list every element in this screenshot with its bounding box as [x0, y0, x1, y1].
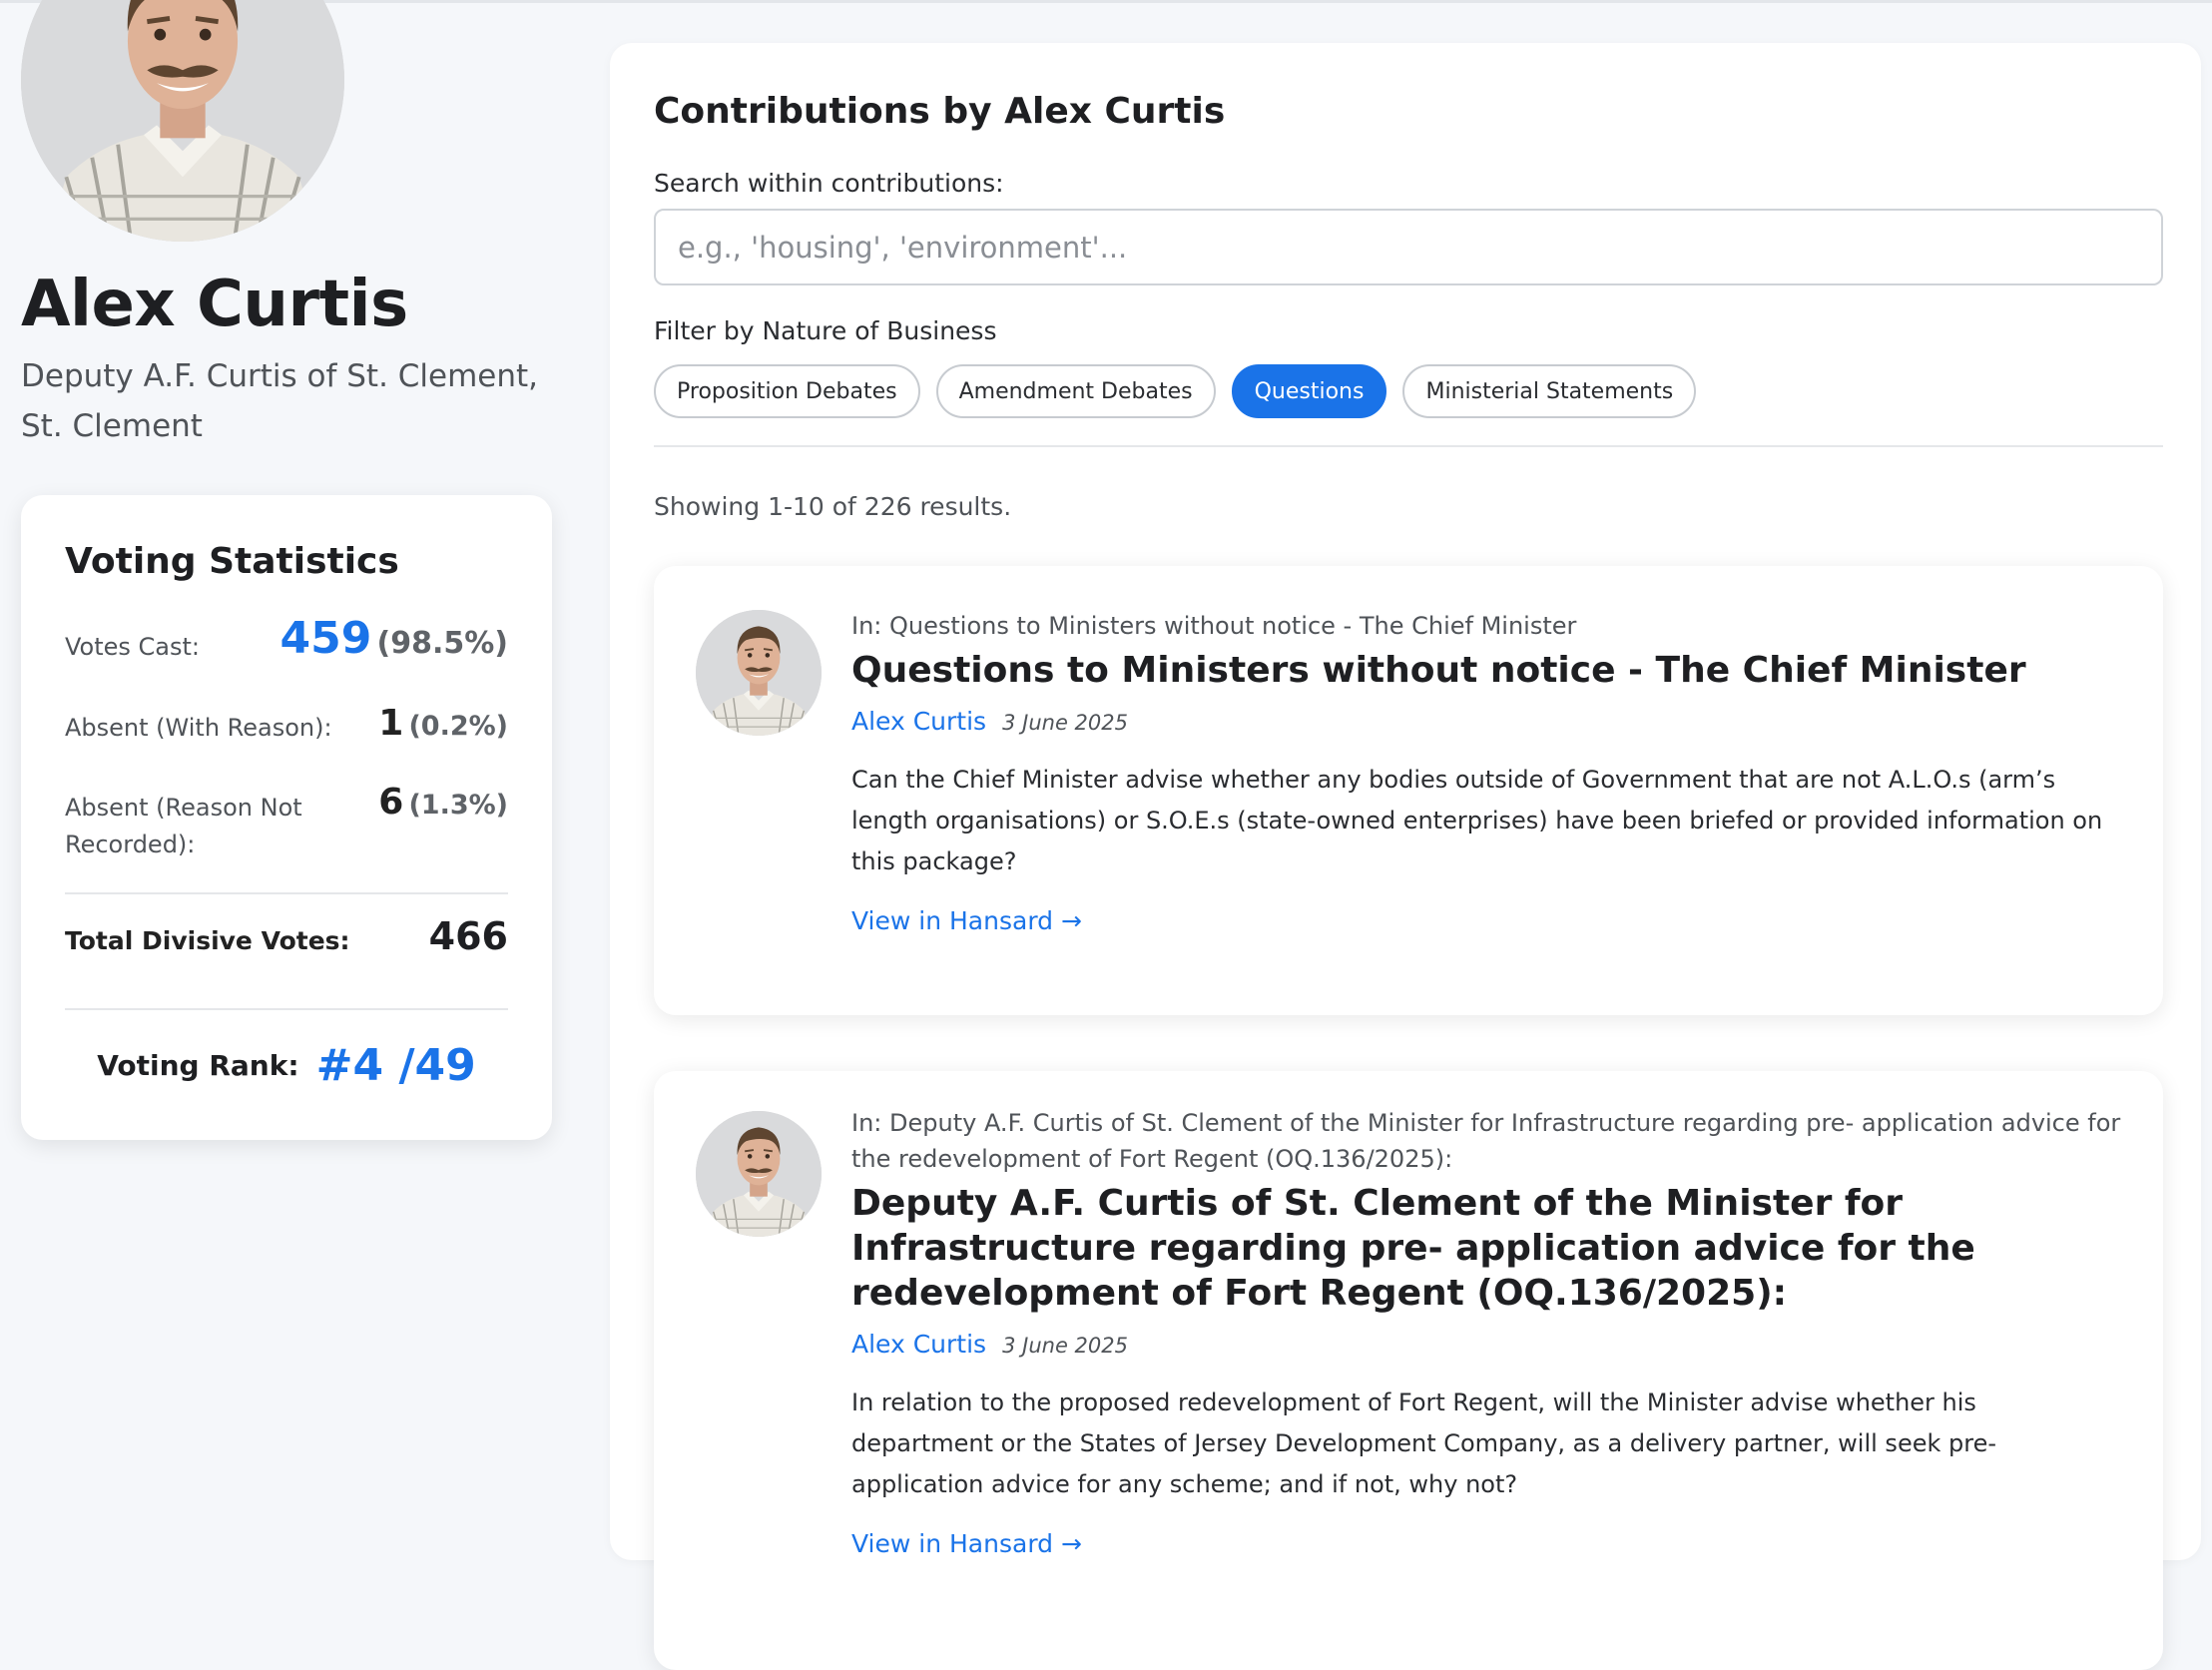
votes-cast-value: 459: [279, 613, 372, 664]
contribution-author-link[interactable]: Alex Curtis: [851, 707, 986, 736]
absent-not-recorded-label: Absent (Reason Not Recorded):: [65, 794, 302, 858]
contributions-panel: Contributions by Alex Curtis Search with…: [610, 43, 2201, 1670]
absent-with-reason-value: 1: [378, 703, 404, 744]
filter-chips: Proposition Debates Amendment Debates Qu…: [654, 364, 1697, 418]
absent-with-reason-percent: (0.2%): [408, 711, 508, 742]
absent-not-recorded-value-group: 6 (1.3%): [378, 782, 508, 823]
absent-not-recorded-percent: (1.3%): [408, 790, 508, 821]
voting-rank: Voting Rank: #4 /49: [21, 1040, 552, 1091]
contribution-card: In: Deputy A.F. Curtis of St. Clement of…: [654, 1071, 2163, 1670]
search-input[interactable]: [654, 209, 2163, 285]
contribution-avatar: [696, 610, 822, 736]
filter-chip-amendment-debates[interactable]: Amendment Debates: [935, 364, 1216, 418]
contribution-body: In: Questions to Ministers without notic…: [851, 608, 2123, 935]
contribution-date: 3 June 2025: [1002, 1334, 1128, 1358]
filter-chip-ministerial-statements[interactable]: Ministerial Statements: [1402, 364, 1697, 418]
filter-chip-proposition-debates[interactable]: Proposition Debates: [654, 364, 920, 418]
stats-divider: [65, 892, 508, 894]
contribution-text: Can the Chief Minister advise whether an…: [851, 766, 2103, 875]
absent-with-reason-label: Absent (With Reason):: [65, 714, 332, 742]
stats-divider: [65, 1008, 508, 1010]
profile-avatar: [21, 0, 344, 242]
contribution-text: In relation to the proposed redevelopmen…: [851, 1389, 1996, 1498]
absent-not-recorded-value: 6: [378, 782, 404, 823]
votes-cast-label: Votes Cast:: [65, 633, 201, 661]
voting-statistics-title: Voting Statistics: [65, 541, 399, 582]
voting-rank-label: Voting Rank:: [97, 1049, 299, 1082]
total-divisive-votes-value: 466: [428, 914, 508, 958]
contribution-avatar: [696, 1111, 822, 1237]
filter-label: Filter by Nature of Business: [654, 316, 997, 345]
voting-statistics-card: Voting Statistics Votes Cast: 459 (98.5%…: [21, 495, 552, 1140]
absent-with-reason-value-group: 1 (0.2%): [378, 703, 508, 744]
search-label: Search within contributions:: [654, 169, 1004, 198]
contribution-date: 3 June 2025: [1002, 711, 1128, 735]
contribution-author-link[interactable]: Alex Curtis: [851, 1330, 986, 1359]
contribution-card: In: Questions to Ministers without notic…: [654, 566, 2163, 1015]
voting-rank-value: #4 /49: [315, 1040, 476, 1091]
contribution-body: In: Deputy A.F. Curtis of St. Clement of…: [851, 1105, 2123, 1558]
votes-cast-percent: (98.5%): [376, 626, 509, 661]
total-divisive-votes-label: Total Divisive Votes:: [65, 926, 350, 955]
contribution-title: Questions to Ministers without notice - …: [851, 650, 2026, 691]
contribution-context: In: Questions to Ministers without notic…: [851, 612, 1577, 640]
contribution-meta: Alex Curtis 3 June 2025: [851, 1330, 2123, 1359]
profile-subtitle: Deputy A.F. Curtis of St. Clement, St. C…: [21, 358, 539, 444]
filter-divider: [654, 445, 2163, 447]
filter-chip-questions[interactable]: Questions: [1231, 364, 1387, 418]
top-border: [0, 0, 2212, 3]
contribution-meta: Alex Curtis 3 June 2025: [851, 707, 2123, 736]
profile-name: Alex Curtis: [21, 268, 408, 341]
view-in-hansard-link[interactable]: View in Hansard →: [851, 906, 1082, 935]
results-count: Showing 1-10 of 226 results.: [654, 492, 1012, 521]
contribution-context: In: Deputy A.F. Curtis of St. Clement of…: [851, 1109, 2121, 1173]
contribution-title: Deputy A.F. Curtis of St. Clement of the…: [851, 1183, 1975, 1314]
view-in-hansard-link[interactable]: View in Hansard →: [851, 1529, 1082, 1558]
votes-cast-value-group: 459 (98.5%): [280, 613, 508, 664]
contributions-title: Contributions by Alex Curtis: [654, 91, 1226, 132]
